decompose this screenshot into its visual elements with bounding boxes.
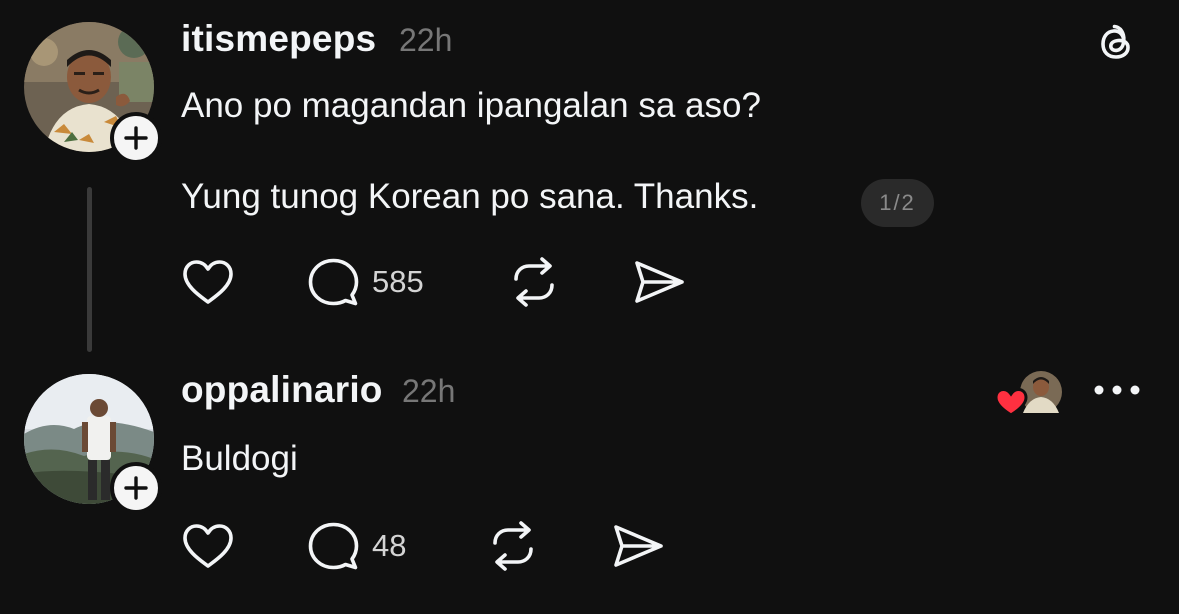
plus-icon <box>124 476 148 500</box>
reply-username[interactable]: oppalinario <box>181 369 383 411</box>
send-icon <box>614 525 663 567</box>
like-button[interactable] <box>181 522 235 570</box>
page-indicator-badge: 1/2 <box>861 179 934 227</box>
reply-count: 585 <box>372 264 424 299</box>
post-text-line-1: Ano po magandan ipangalan sa aso? <box>181 86 761 125</box>
reply-button[interactable]: 48 <box>306 520 406 572</box>
speech-bubble-icon <box>308 258 359 306</box>
reply-count: 48 <box>372 528 407 563</box>
liked-heart-icon <box>994 387 1028 417</box>
reply-text: Buldogi <box>181 439 298 478</box>
post-text-line-2: Yung tunog Korean po sana. Thanks. <box>181 177 759 216</box>
plus-icon <box>124 126 148 150</box>
like-button[interactable] <box>181 258 235 306</box>
reply-button[interactable]: 585 <box>306 256 424 308</box>
thread-connector-line <box>87 187 92 352</box>
follow-button-itismepeps[interactable] <box>110 112 162 164</box>
repost-icon <box>493 521 533 571</box>
send-icon <box>635 261 684 303</box>
threads-conversation: itismepeps 22h Ano po magandan ipangalan… <box>0 0 1179 614</box>
post-time: 22h <box>399 22 453 58</box>
share-button[interactable] <box>632 258 686 306</box>
heart-icon <box>183 524 233 568</box>
share-button[interactable] <box>611 522 665 570</box>
speech-bubble-icon <box>308 522 359 570</box>
post-username[interactable]: itismepeps <box>181 18 376 60</box>
heart-icon <box>183 260 233 304</box>
liked-by-author-indicator <box>993 365 1068 420</box>
repost-button[interactable] <box>507 257 561 307</box>
reply-time: 22h <box>402 373 456 409</box>
repost-icon <box>514 257 554 307</box>
follow-button-oppalinario[interactable] <box>110 462 162 514</box>
more-horizontal-icon[interactable] <box>1093 383 1141 402</box>
repost-button[interactable] <box>486 521 540 571</box>
threads-logo-icon[interactable] <box>1093 20 1139 71</box>
